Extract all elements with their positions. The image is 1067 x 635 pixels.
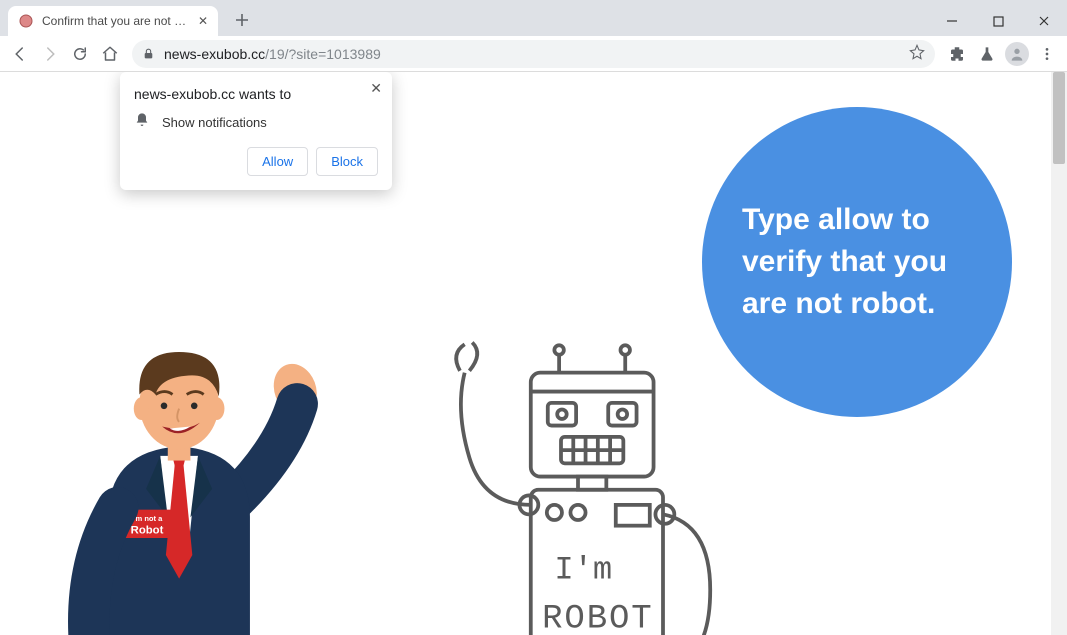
- badge-line2: Robot: [131, 524, 164, 536]
- window-controls: [929, 6, 1067, 36]
- forward-button[interactable]: [36, 40, 64, 68]
- robot-illustration: I'm ROBOT: [418, 316, 738, 635]
- favicon-icon: [18, 13, 34, 29]
- star-icon[interactable]: [909, 44, 925, 63]
- url-path: /19/?site=1013989: [265, 46, 381, 62]
- home-button[interactable]: [96, 40, 124, 68]
- instruction-text: Type allow to verify that you are not ro…: [742, 199, 972, 325]
- tab-title: Confirm that you are not a robot: [42, 14, 188, 28]
- notification-permission-row: Show notifications: [134, 112, 378, 133]
- url-host: news-exubob.cc: [164, 46, 265, 62]
- maximize-button[interactable]: [975, 6, 1021, 36]
- extensions-icon[interactable]: [943, 40, 971, 68]
- tab-strip: Confirm that you are not a robot ✕: [0, 0, 256, 36]
- menu-button[interactable]: [1033, 40, 1061, 68]
- robot-text-2: ROBOT: [542, 601, 653, 635]
- close-window-button[interactable]: [1021, 6, 1067, 36]
- scrollbar-track[interactable]: [1051, 72, 1067, 635]
- close-popup-button[interactable]: ✕: [370, 80, 382, 97]
- profile-button[interactable]: [1003, 40, 1031, 68]
- browser-tab[interactable]: Confirm that you are not a robot ✕: [8, 6, 218, 36]
- notification-title: news-exubob.cc wants to: [134, 86, 378, 102]
- lock-icon: [142, 47, 156, 60]
- page-viewport: ✕ news-exubob.cc wants to Show notificat…: [0, 72, 1067, 635]
- allow-button[interactable]: Allow: [247, 147, 308, 176]
- block-button[interactable]: Block: [316, 147, 378, 176]
- notification-permission-label: Show notifications: [162, 115, 267, 130]
- reload-button[interactable]: [66, 40, 94, 68]
- businessman-illustration: I'm not a Robot: [58, 300, 338, 635]
- scrollbar-thumb[interactable]: [1053, 72, 1065, 164]
- new-tab-button[interactable]: [228, 6, 256, 34]
- titlebar: Confirm that you are not a robot ✕: [0, 0, 1067, 36]
- bell-icon: [134, 112, 150, 133]
- notification-permission-popup: ✕ news-exubob.cc wants to Show notificat…: [120, 72, 392, 190]
- back-button[interactable]: [6, 40, 34, 68]
- instruction-bubble: Type allow to verify that you are not ro…: [702, 107, 1012, 417]
- address-bar[interactable]: news-exubob.cc/19/?site=1013989: [132, 40, 935, 68]
- robot-text-1: I'm: [554, 552, 612, 589]
- close-tab-icon[interactable]: ✕: [198, 14, 208, 28]
- labs-icon[interactable]: [973, 40, 1001, 68]
- minimize-button[interactable]: [929, 6, 975, 36]
- browser-toolbar: news-exubob.cc/19/?site=1013989: [0, 36, 1067, 72]
